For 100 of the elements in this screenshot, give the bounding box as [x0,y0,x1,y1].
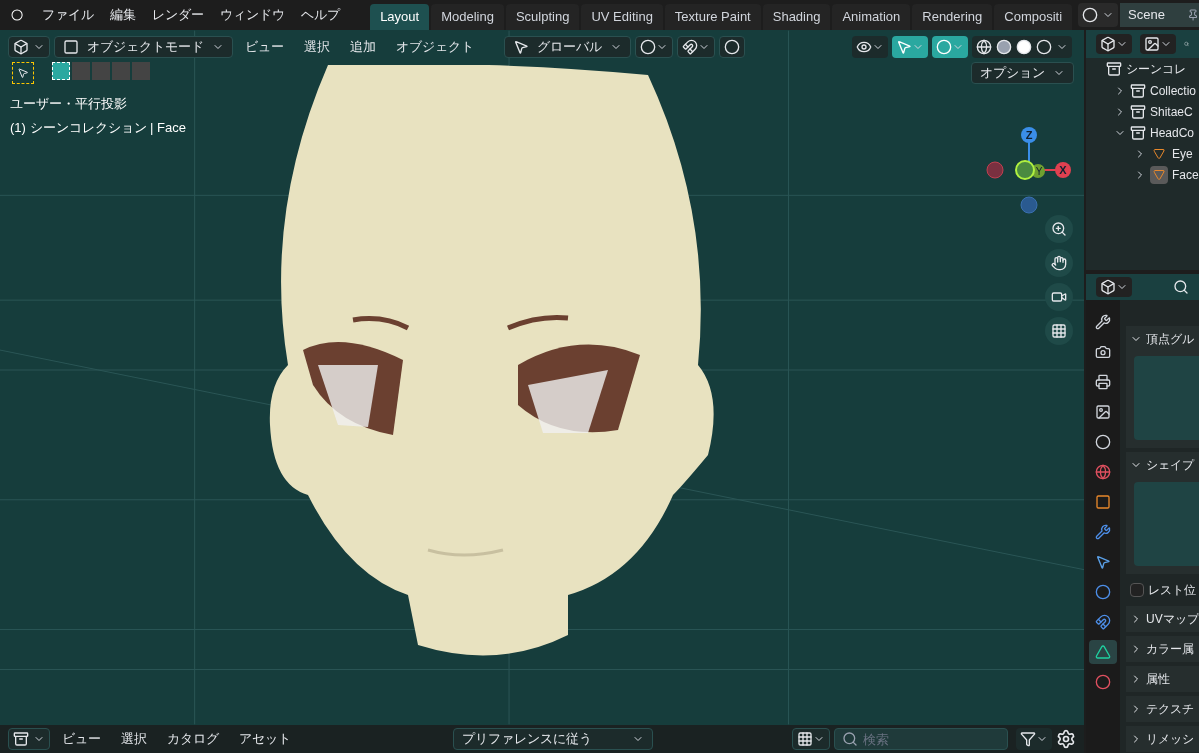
viewport-info-text: ユーザー・平行投影 [10,95,127,113]
library-dropdown[interactable]: プリファレンスに従う [453,728,653,750]
menu-item[interactable]: ウィンドウ [212,5,294,25]
material-shading-icon[interactable] [1016,39,1032,55]
menu-item[interactable]: 選択 [113,729,155,749]
wrench-icon [1095,524,1111,540]
properties-tab[interactable] [1089,640,1117,664]
menu-item[interactable]: ファイル [34,5,103,25]
menu-item[interactable]: カタログ [159,729,227,749]
app-logo-icon[interactable] [11,7,24,23]
menu-item[interactable]: ヘルプ [293,5,349,25]
menu-item[interactable]: ビュー [237,37,292,57]
outliner-item[interactable]: ShitaeC [1150,102,1193,121]
cube-icon [1100,279,1116,295]
menu-item[interactable]: 追加 [342,37,384,57]
pivot-button[interactable] [635,36,673,58]
zoom-icon [1051,221,1067,237]
globe-icon [1095,464,1111,480]
pointer-icon [17,67,29,79]
outliner-item[interactable]: シーンコレ [1126,60,1186,78]
filter-button[interactable] [1140,34,1176,54]
circle-icon [724,39,740,55]
checkbox[interactable] [1130,583,1144,597]
hand-icon [1051,255,1067,271]
grid-icon [797,731,813,747]
solid-shading-icon[interactable] [996,39,1012,55]
scene-field[interactable]: Scene [1120,3,1199,27]
triangle-icon [1095,644,1111,660]
editor-type-button[interactable] [8,728,50,750]
pointer-icon [1095,554,1111,570]
select-tool-button[interactable] [12,62,34,84]
workspace-tab[interactable]: Sculpting [505,4,580,30]
collection-icon [1106,61,1122,77]
magnet-icon [1095,614,1111,630]
menu-item[interactable]: オブジェクト [388,37,482,57]
square-icon [1095,494,1111,510]
options-dropdown[interactable]: オプション [971,62,1074,84]
workspace-tab[interactable]: Animation [832,4,911,30]
visibility-button[interactable] [852,36,888,58]
circle-icon [640,39,656,55]
cube-icon [13,39,29,55]
filter-button[interactable] [1016,728,1052,750]
workspace-tab[interactable]: Layout [370,4,430,30]
panel-title[interactable]: シェイプ [1146,456,1194,474]
image-icon [1144,36,1160,52]
outliner-item[interactable]: Eye [1172,144,1193,163]
image-icon [1095,404,1111,420]
collection-icon [1130,103,1146,120]
editor-type-button[interactable] [1096,277,1132,297]
camera-button[interactable] [1045,283,1073,311]
gizmo-button[interactable] [892,36,928,58]
selection-mode-button[interactable] [52,62,70,80]
outliner-item[interactable]: Collectio [1150,81,1197,100]
viewport[interactable]: オブジェクトモード ビュー 選択 追加 オブジェクト グローバル オプション ユーザー・平行投影 (1) シーンコレクション | Face Z Y X [0,30,1084,725]
wrench-icon [1095,314,1111,330]
settings-icon[interactable] [1056,729,1076,749]
collection-icon [1130,82,1146,99]
grid-button[interactable] [1045,317,1073,345]
circle-icon [1095,434,1111,450]
panel-title[interactable]: 頂点グル [1146,330,1194,348]
workspace-tab[interactable]: Shading [762,4,831,30]
menu-item[interactable]: レンダー [144,5,213,25]
magnet-icon [682,39,698,55]
editor-type-button[interactable] [8,36,50,58]
axis-gizmo-drawing[interactable]: Z Y X [983,125,1075,217]
checkbox-label: レスト位 [1148,582,1196,599]
display-mode-button[interactable] [792,728,830,750]
outliner-item[interactable]: HeadCo [1150,123,1195,142]
outliner-item[interactable]: Face [1172,165,1199,184]
rendered-shading-icon[interactable] [1036,39,1052,55]
workspace-tab[interactable]: Rendering [912,4,993,30]
zoom-button[interactable] [1045,215,1073,243]
mode-dropdown[interactable]: オブジェクトモード [54,36,233,58]
search-icon [842,731,858,747]
circle-icon [1095,584,1111,600]
menu-item[interactable]: アセット [231,729,299,749]
wireframe-shading-icon[interactable] [976,39,992,55]
proportional-edit-button[interactable] [719,36,745,58]
pan-button[interactable] [1045,249,1073,277]
snap-button[interactable] [677,36,715,58]
display-mode-button[interactable] [1096,34,1132,54]
circle-icon [1095,674,1111,690]
pin-icon[interactable] [1186,7,1199,23]
viewport-info-text: (1) シーンコレクション | Face [10,118,186,137]
search-icon[interactable] [1173,279,1189,295]
cube-icon [1100,36,1116,52]
workspace-tab[interactable]: Compositi [994,4,1073,30]
workspace-tab[interactable]: Modeling [431,4,504,30]
workspace-tab[interactable]: Texture Paint [664,4,761,30]
menu-item[interactable]: ビュー [54,729,109,749]
search-field[interactable]: 検索 [834,728,1008,750]
menu-item[interactable]: 編集 [102,5,145,25]
workspace-tab[interactable]: UV Editing [581,4,663,30]
grid-icon [1051,323,1067,339]
square-icon [63,39,79,55]
transform-orientation-dropdown[interactable]: グローバル [504,36,631,58]
menu-item[interactable]: 選択 [296,37,338,57]
collection-icon [1130,124,1146,141]
scene-selector-button[interactable] [1078,3,1119,27]
overlay-button[interactable] [932,36,968,58]
